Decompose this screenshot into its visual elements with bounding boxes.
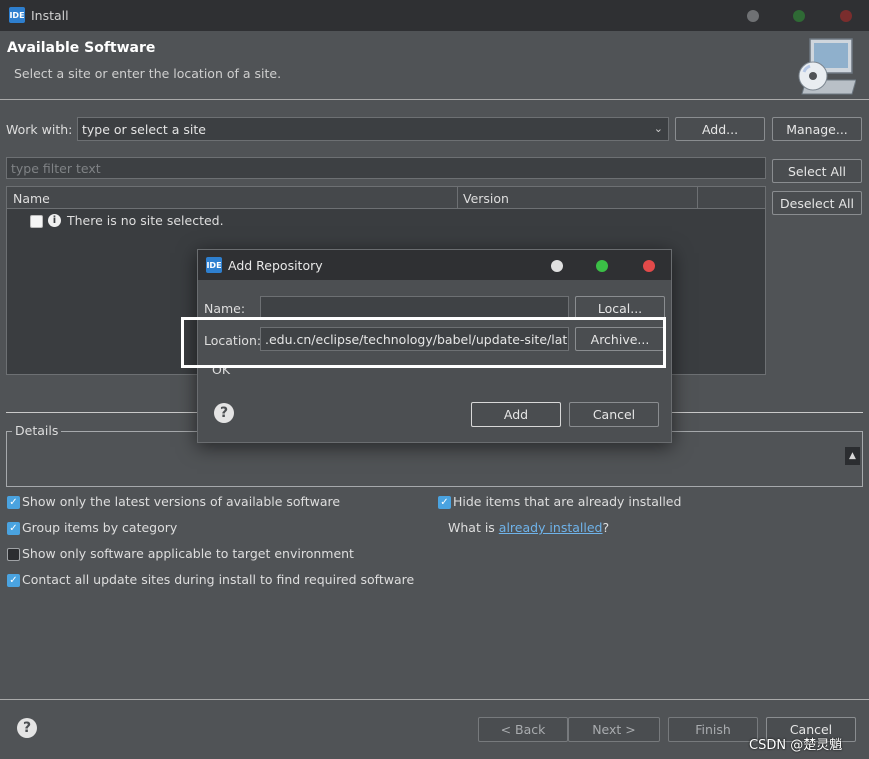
add-repository-button[interactable]: Add (471, 402, 561, 427)
dialog-cancel-button[interactable]: Cancel (569, 402, 659, 427)
work-with-placeholder: type or select a site (82, 121, 206, 137)
back-button[interactable]: < Back (478, 717, 568, 742)
empty-message: There is no site selected. (67, 213, 224, 228)
ide-logo-icon: IDE (9, 7, 25, 23)
column-name[interactable]: Name (13, 191, 50, 206)
help-icon[interactable]: ? (17, 718, 37, 738)
dialog-logo-icon: IDE (206, 257, 222, 273)
already-installed-link[interactable]: already installed (499, 520, 603, 535)
dialog-help-icon[interactable]: ? (214, 403, 234, 423)
next-button[interactable]: Next > (568, 717, 660, 742)
manage-sites-button[interactable]: Manage... (772, 117, 862, 141)
contact-sites-label: Contact all update sites during install … (22, 572, 415, 587)
info-icon: i (48, 214, 61, 227)
contact-sites-checkbox[interactable]: ✓ (7, 574, 20, 587)
close-icon[interactable] (840, 10, 852, 22)
finish-button[interactable]: Finish (668, 717, 758, 742)
install-banner-icon (796, 36, 857, 96)
row-checkbox[interactable] (30, 215, 43, 228)
window-titlebar: IDE Install (0, 0, 869, 31)
page-title: Available Software (7, 40, 156, 56)
header-divider (0, 99, 869, 100)
column-version[interactable]: Version (463, 191, 509, 206)
target-env-checkbox[interactable] (7, 548, 20, 561)
dialog-titlebar: IDE Add Repository (198, 250, 671, 280)
location-highlight-box (181, 317, 666, 368)
dialog-minimize-icon[interactable] (551, 260, 563, 272)
deselect-all-button[interactable]: Deselect All (772, 191, 862, 215)
name-label: Name: (204, 301, 246, 316)
work-with-label: Work with: (6, 122, 73, 137)
minimize-icon[interactable] (747, 10, 759, 22)
window-title: Install (31, 8, 69, 23)
dialog-close-icon[interactable] (643, 260, 655, 272)
dialog-maximize-icon[interactable] (596, 260, 608, 272)
filter-placeholder: type filter text (11, 160, 101, 176)
add-site-button[interactable]: Add... (675, 117, 765, 141)
table-header: Name Version (7, 187, 765, 209)
dialog-title: Add Repository (228, 258, 323, 273)
select-all-button[interactable]: Select All (772, 159, 862, 183)
hide-installed-checkbox[interactable]: ✓ (438, 496, 451, 509)
latest-versions-label: Show only the latest versions of availab… (22, 494, 341, 509)
filter-input[interactable]: type filter text (6, 157, 766, 179)
chevron-down-icon[interactable]: ⌄ (654, 122, 663, 135)
work-with-combo[interactable]: type or select a site ⌄ (77, 117, 669, 141)
hide-installed-label: Hide items that are already installed (453, 494, 682, 509)
footer-divider (0, 699, 869, 700)
maximize-icon[interactable] (793, 10, 805, 22)
latest-versions-checkbox[interactable]: ✓ (7, 496, 20, 509)
group-by-category-checkbox[interactable]: ✓ (7, 522, 20, 535)
group-by-category-label: Group items by category (22, 520, 178, 535)
what-is-text: What is already installed? (448, 520, 610, 535)
target-env-label: Show only software applicable to target … (22, 546, 354, 561)
page-subtitle: Select a site or enter the location of a… (14, 66, 282, 81)
details-label: Details (12, 423, 62, 438)
watermark-text: CSDN @楚灵魈 (749, 738, 843, 753)
scroll-up-icon[interactable]: ▲ (845, 447, 860, 465)
